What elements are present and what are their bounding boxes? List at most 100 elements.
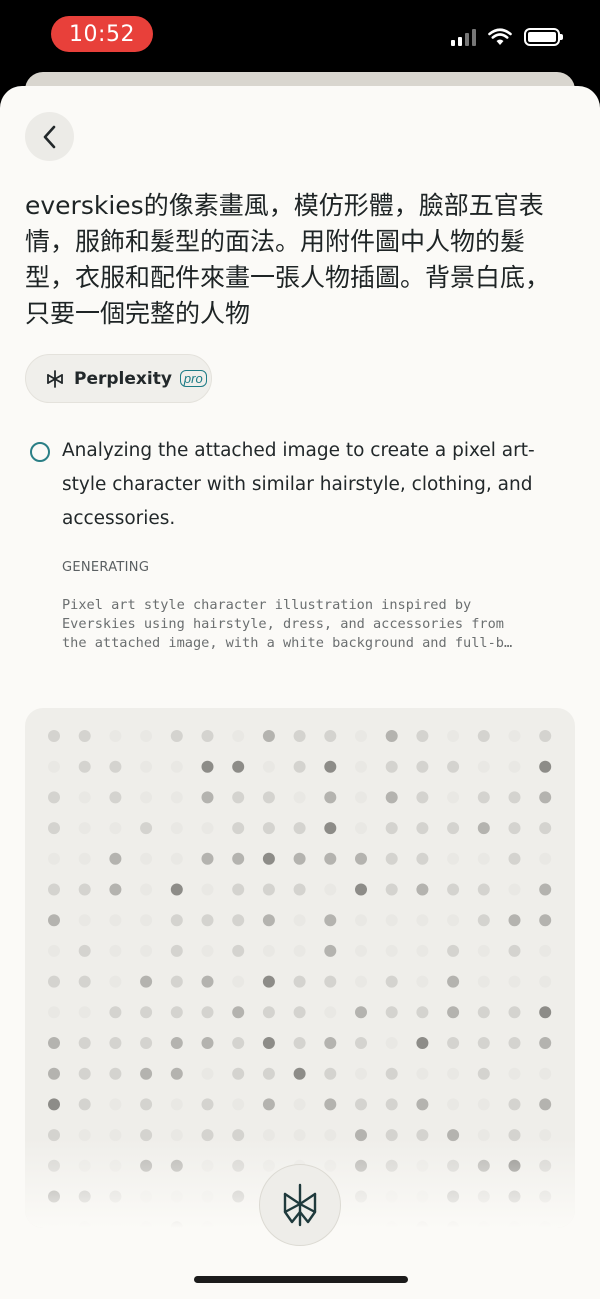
loading-dot xyxy=(447,1037,460,1049)
loading-dot xyxy=(477,883,490,896)
loading-dot xyxy=(109,852,122,865)
loading-dot xyxy=(262,1037,275,1049)
loading-dot xyxy=(508,975,521,988)
loading-dot xyxy=(324,791,337,804)
loading-dot xyxy=(385,1098,398,1111)
loading-dot xyxy=(447,1129,460,1142)
loading-dot xyxy=(355,1129,367,1142)
loading-dot xyxy=(477,822,490,835)
loading-dot xyxy=(477,1221,490,1228)
loading-dot xyxy=(539,1221,552,1228)
loading-dot xyxy=(140,1098,153,1111)
loading-dot xyxy=(262,1006,275,1019)
loading-dot xyxy=(140,1037,153,1049)
loading-dot xyxy=(355,1159,367,1172)
loading-dot xyxy=(416,852,429,865)
loading-dot xyxy=(324,1006,337,1019)
loading-dot xyxy=(109,760,122,773)
loading-dot xyxy=(140,852,153,865)
loading-dot xyxy=(201,1098,214,1111)
model-selector-chip[interactable]: Perplexity pro xyxy=(25,354,212,403)
perplexity-loader-button[interactable] xyxy=(259,1164,341,1246)
loading-dot xyxy=(447,1067,460,1080)
loading-dot xyxy=(508,1037,521,1049)
loading-dot xyxy=(170,1190,183,1203)
loading-dot xyxy=(477,975,490,988)
loading-dot xyxy=(539,914,552,927)
loading-dot xyxy=(170,1221,183,1228)
loading-dot xyxy=(262,975,275,988)
loading-dot xyxy=(170,1129,183,1142)
chevron-left-icon xyxy=(43,125,55,148)
loading-dot xyxy=(385,944,398,957)
loading-dot xyxy=(416,791,429,804)
loading-dot xyxy=(48,975,60,988)
loading-dot xyxy=(48,1129,60,1142)
loading-dot xyxy=(232,1221,245,1228)
loading-dot xyxy=(262,791,275,804)
status-time[interactable]: 10:52 xyxy=(51,16,153,52)
loading-dot xyxy=(140,760,153,773)
loading-dot xyxy=(109,1037,122,1049)
loading-dot xyxy=(416,1159,429,1172)
loading-dot xyxy=(201,822,214,835)
loading-dot xyxy=(48,791,60,804)
loading-dot xyxy=(78,1006,91,1019)
loading-dot xyxy=(232,1190,245,1203)
loading-dot xyxy=(508,1006,521,1019)
generating-description: Pixel art style character illustration i… xyxy=(62,596,574,653)
loading-dot xyxy=(416,975,429,988)
loading-dot xyxy=(324,730,337,742)
loading-dot xyxy=(477,1006,490,1019)
back-button[interactable] xyxy=(25,112,74,161)
loading-dot xyxy=(140,1159,153,1172)
loading-dot xyxy=(385,1006,398,1019)
loading-dot xyxy=(477,791,490,804)
loading-dot xyxy=(48,1067,60,1080)
loading-dot xyxy=(201,944,214,957)
loading-dot xyxy=(416,760,429,773)
loading-dot xyxy=(232,975,245,988)
loading-dot xyxy=(447,822,460,835)
loading-dot xyxy=(293,1098,306,1111)
loading-dot xyxy=(78,1067,91,1080)
loading-dot xyxy=(324,760,337,773)
loading-dot xyxy=(78,1129,91,1142)
loading-dot xyxy=(109,1221,122,1228)
loading-dot xyxy=(385,914,398,927)
loading-dot xyxy=(477,944,490,957)
loading-dot xyxy=(539,1067,552,1080)
loading-dot xyxy=(508,883,521,896)
loading-dot xyxy=(109,730,122,742)
loading-dot xyxy=(293,944,306,957)
loading-dot xyxy=(416,1098,429,1111)
loading-dot xyxy=(140,1221,153,1228)
loading-dot xyxy=(170,914,183,927)
loading-dot xyxy=(109,1067,122,1080)
loading-dot xyxy=(539,1190,552,1203)
home-indicator[interactable] xyxy=(194,1276,408,1283)
loading-dot xyxy=(477,1067,490,1080)
loading-dot xyxy=(385,975,398,988)
loading-dot xyxy=(262,760,275,773)
loading-dot xyxy=(385,730,398,742)
loading-dot xyxy=(170,730,183,742)
loading-dot xyxy=(201,1067,214,1080)
loading-dot xyxy=(508,852,521,865)
image-generation-placeholder xyxy=(25,708,575,1228)
loading-dot xyxy=(78,975,91,988)
loading-dot xyxy=(508,1098,521,1111)
loading-dot xyxy=(539,1037,552,1049)
loading-dot xyxy=(78,791,91,804)
loading-dot xyxy=(170,1006,183,1019)
loading-dot xyxy=(201,1159,214,1172)
loading-dot xyxy=(385,822,398,835)
loading-dot xyxy=(140,1006,153,1019)
loading-dot xyxy=(447,791,460,804)
perplexity-logo-icon xyxy=(283,1183,317,1227)
loading-dot xyxy=(48,1159,60,1172)
loading-dot xyxy=(355,944,367,957)
status-icons xyxy=(451,26,563,48)
loading-dot xyxy=(447,730,460,742)
loading-dot xyxy=(385,883,398,896)
